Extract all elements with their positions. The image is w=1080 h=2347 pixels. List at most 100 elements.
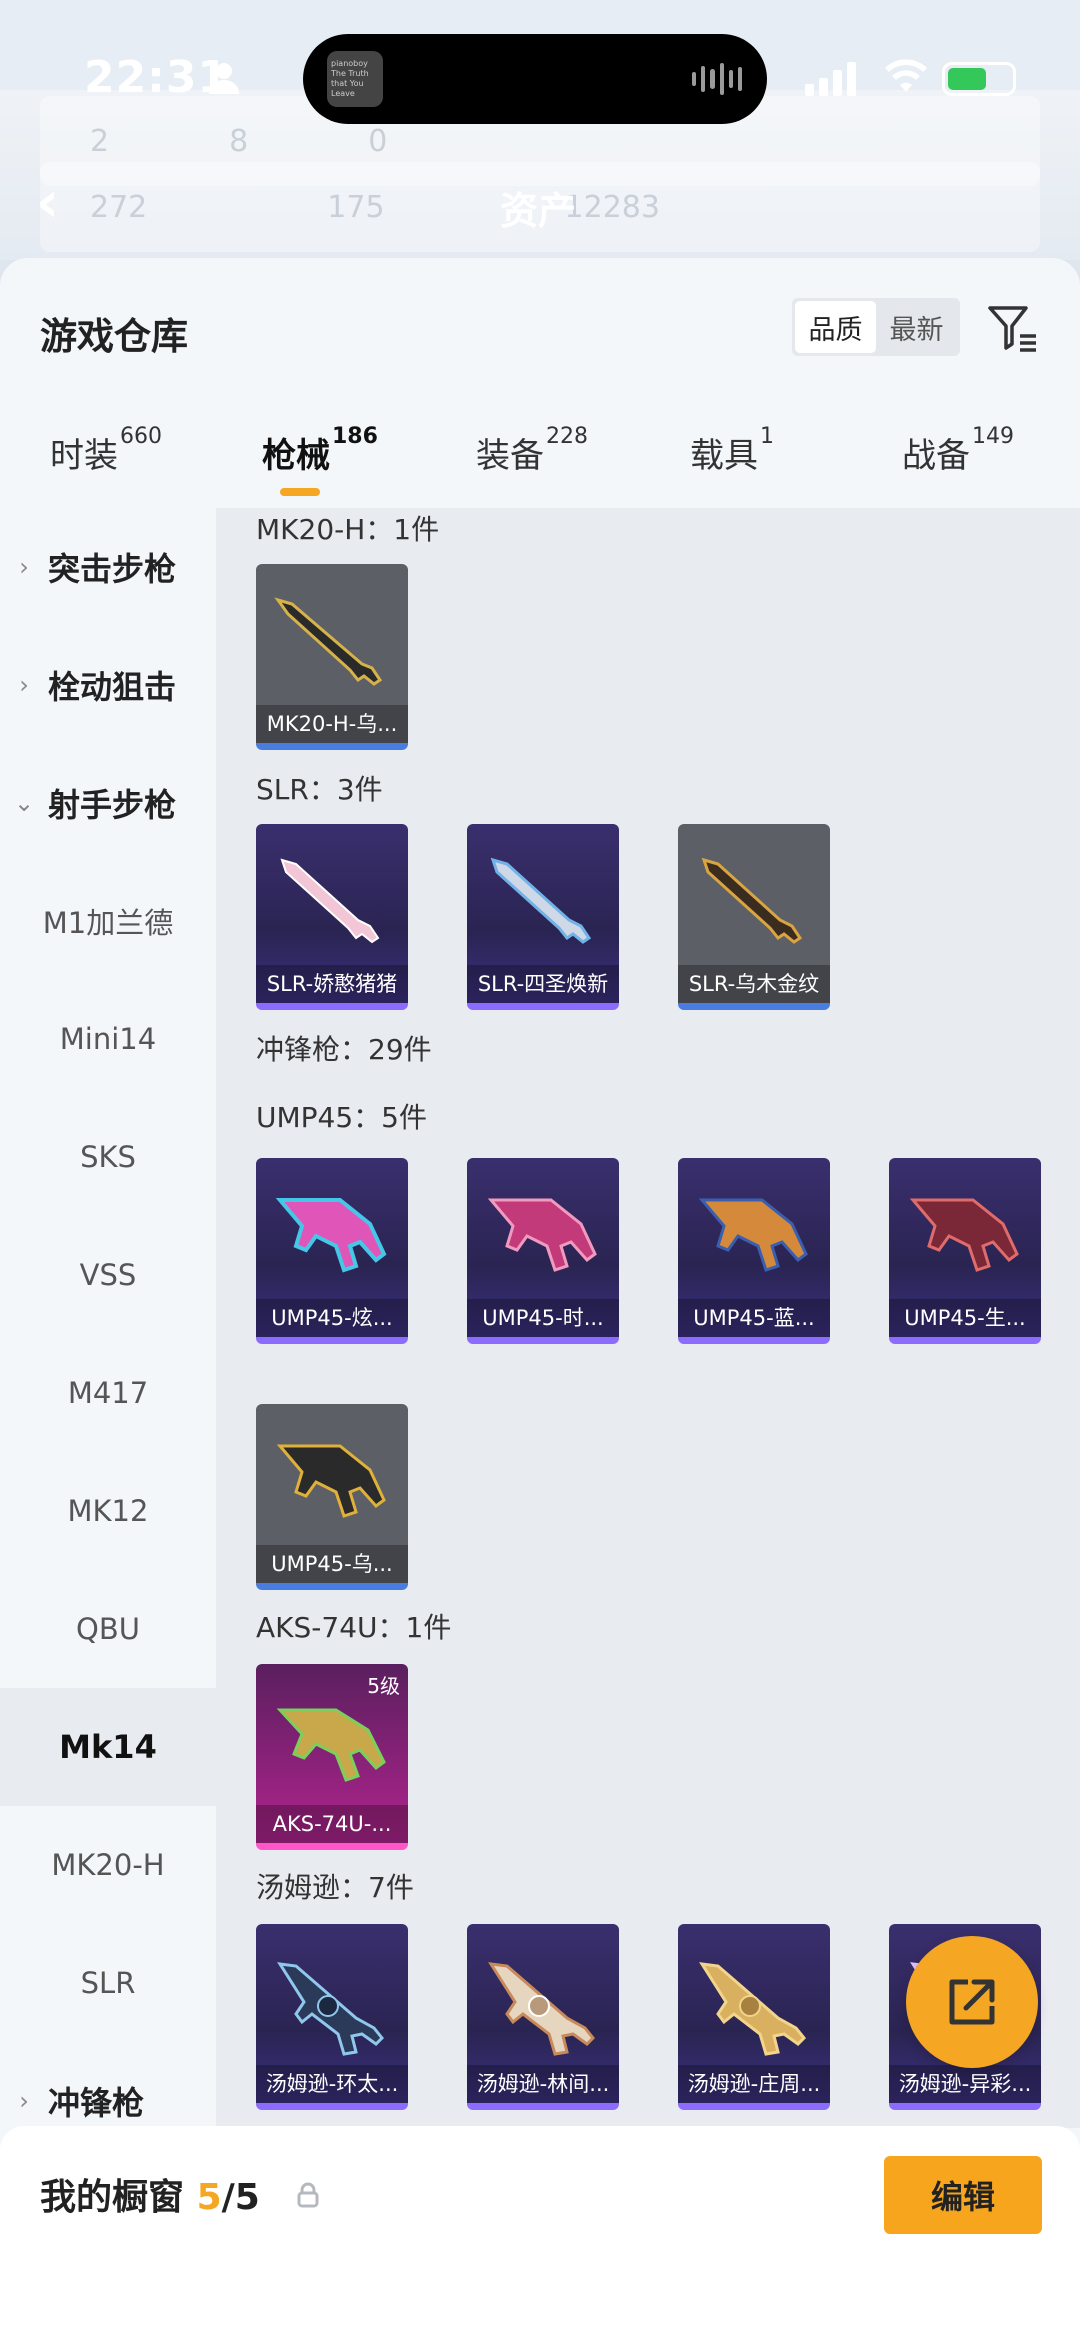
- chevron-right-icon: ›: [19, 2087, 29, 2115]
- share-button[interactable]: [906, 1936, 1038, 2068]
- sidebar-item-qbu[interactable]: QBU: [0, 1570, 216, 1688]
- tommy-gun-icon: [488, 1962, 596, 2056]
- sidebar-item-mk20h[interactable]: MK20-H: [0, 1806, 216, 1924]
- item-card[interactable]: 5级 AKS-74U-...: [256, 1664, 408, 1850]
- page-title: 游戏仓库: [40, 315, 188, 358]
- showcase-title: 我的橱窗: [40, 2177, 185, 2218]
- tab-count: 1: [760, 424, 774, 449]
- bg-stat: 8: [229, 123, 249, 159]
- rifle-icon: [701, 857, 803, 944]
- item-name: 汤姆逊-异彩...: [889, 2065, 1041, 2103]
- item-name: 汤姆逊-林间...: [467, 2065, 619, 2103]
- group-title: 汤姆逊：7件: [256, 1871, 414, 1904]
- battery-icon: [942, 62, 1016, 96]
- edit-button[interactable]: 编辑: [884, 2156, 1042, 2234]
- smg-icon: [276, 1708, 386, 1782]
- smg-icon: [487, 1198, 597, 1272]
- tab-vehicles[interactable]: 载具1: [690, 424, 774, 477]
- item-card[interactable]: UMP45-生...: [889, 1158, 1041, 1344]
- sort-toggle: 品质 最新: [792, 298, 960, 356]
- album-art-icon: pianoboy The Truth that You Leave: [327, 51, 383, 107]
- item-card[interactable]: UMP45-乌...: [256, 1404, 408, 1590]
- tab-label: 枪械: [262, 436, 330, 476]
- sidebar-cat-label: 突击步枪: [48, 550, 177, 588]
- tab-label: 时装: [50, 436, 118, 476]
- item-card[interactable]: 汤姆逊-环太...: [256, 1924, 408, 2110]
- sidebar-item-mini14[interactable]: Mini14: [0, 980, 216, 1098]
- sort-quality-button[interactable]: 品质: [795, 301, 876, 353]
- item-name: UMP45-乌...: [256, 1545, 408, 1583]
- smg-icon: [276, 1444, 386, 1518]
- item-name: SLR-四圣焕新: [467, 965, 619, 1003]
- chevron-right-icon: ›: [19, 671, 29, 699]
- item-card[interactable]: UMP45-时...: [467, 1158, 619, 1344]
- item-name: UMP45-时...: [467, 1299, 619, 1337]
- tab-equipment[interactable]: 装备228: [476, 424, 588, 477]
- tab-count: 149: [972, 424, 1014, 449]
- smg-icon: [909, 1198, 1019, 1272]
- bg-stat: 12283: [564, 189, 660, 225]
- sidebar-cat-assault[interactable]: › 突击步枪: [0, 508, 216, 626]
- tab-supplies[interactable]: 战备149: [902, 424, 1014, 477]
- wifi-icon: [885, 59, 927, 92]
- item-name: MK20-H-乌...: [256, 705, 408, 743]
- person-icon: [209, 63, 239, 94]
- item-card[interactable]: SLR-娇憨猪猪: [256, 824, 408, 1010]
- tab-count: 228: [546, 424, 588, 449]
- sidebar-cat-marksman[interactable]: ⌄ 射手步枪: [0, 744, 216, 862]
- item-name: 汤姆逊-庄周...: [678, 2065, 830, 2103]
- tommy-gun-icon: [277, 1962, 385, 2056]
- item-card[interactable]: SLR-乌木金纹: [678, 824, 830, 1010]
- item-name: AKS-74U-...: [256, 1805, 408, 1843]
- chevron-right-icon: ›: [19, 553, 29, 581]
- screen: 2 8 0 272 175 12283 资产 ‹ 22:31 pianoboy …: [0, 0, 1080, 2347]
- sidebar-cat-label: 射手步枪: [48, 786, 177, 824]
- smg-icon: [698, 1198, 808, 1272]
- tommy-gun-icon: [699, 1962, 807, 2056]
- group-title: SLR：3件: [256, 773, 383, 806]
- sidebar-item-m417[interactable]: M417: [0, 1334, 216, 1452]
- bg-stat: 272: [90, 189, 148, 225]
- item-name: UMP45-蓝...: [678, 1299, 830, 1337]
- item-name: UMP45-炫...: [256, 1299, 408, 1337]
- signal-icon: [805, 60, 856, 96]
- status-area: 2 8 0 272 175 12283 资产 ‹ 22:31 pianoboy …: [0, 0, 1080, 260]
- item-card[interactable]: 汤姆逊-庄周...: [678, 1924, 830, 2110]
- item-name: SLR-乌木金纹: [678, 965, 830, 1003]
- sidebar-cat-label: 冲锋枪: [48, 2084, 145, 2122]
- tab-label: 装备: [476, 436, 544, 476]
- item-card[interactable]: MK20-H-乌...: [256, 564, 408, 750]
- sort-latest-button[interactable]: 最新: [876, 301, 957, 353]
- tab-fashion[interactable]: 时装660: [50, 424, 162, 477]
- back-arrow-icon[interactable]: ‹: [36, 170, 59, 235]
- smg-icon: [275, 1198, 387, 1273]
- sidebar-item-vss[interactable]: VSS: [0, 1216, 216, 1334]
- bg-stat: 175: [327, 189, 385, 225]
- sidebar-item-slr[interactable]: SLR: [0, 1924, 216, 2042]
- item-card[interactable]: 汤姆逊-林间...: [467, 1924, 619, 2110]
- bg-stat: 2: [90, 123, 110, 159]
- assets-label: 资产: [500, 189, 577, 233]
- showcase-total: /5: [221, 2177, 260, 2218]
- sidebar-item-mk14[interactable]: Mk14: [0, 1688, 216, 1806]
- sidebar-item-m1[interactable]: M1加兰德: [0, 862, 216, 980]
- sidebar-item-sks[interactable]: SKS: [0, 1098, 216, 1216]
- sidebar-item-mk12[interactable]: MK12: [0, 1452, 216, 1570]
- item-card[interactable]: UMP45-蓝...: [678, 1158, 830, 1344]
- showcase-label: 我的橱窗 5/5: [40, 2168, 260, 2220]
- sidebar-cat-label: 栓动狙击: [48, 668, 177, 706]
- item-card[interactable]: SLR-四圣焕新: [467, 824, 619, 1010]
- rifle-icon: [490, 857, 592, 944]
- sidebar-cat-bolt[interactable]: › 栓动狙击: [0, 626, 216, 744]
- tab-label: 战备: [902, 436, 970, 476]
- active-tab-indicator: [280, 488, 320, 496]
- group-title: AKS-74U：1件: [256, 1611, 452, 1644]
- item-card[interactable]: UMP45-炫...: [256, 1158, 408, 1344]
- audio-wave-icon: [692, 62, 743, 96]
- filter-icon[interactable]: [986, 302, 1040, 356]
- rifle-icon: [280, 858, 380, 944]
- showcase-bar: 我的橱窗 5/5 编辑: [0, 2126, 1080, 2347]
- item-name: 汤姆逊-环太...: [256, 2065, 408, 2103]
- chevron-down-icon: ⌄: [13, 789, 35, 817]
- tab-guns[interactable]: 枪械186: [262, 424, 378, 477]
